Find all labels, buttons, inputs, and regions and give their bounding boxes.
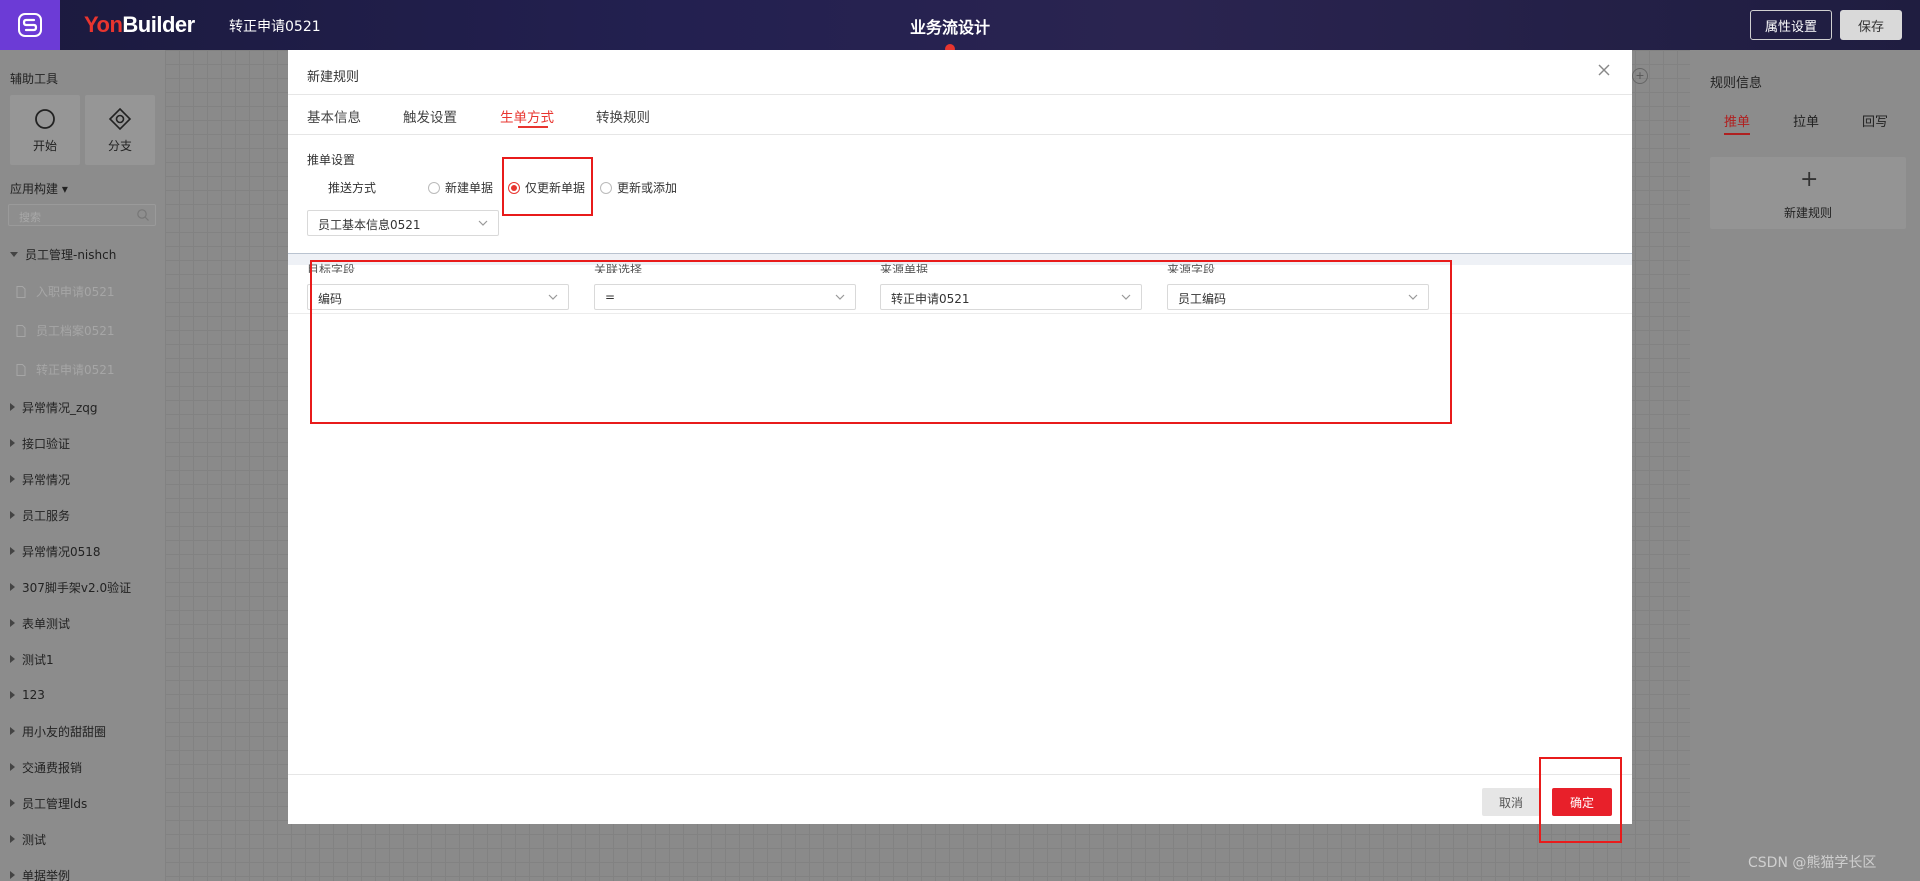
app-tree: 员工管理-nishch 入职申请0521 员工档案0521 转正申请0521 异… <box>0 236 165 881</box>
caret-right-icon <box>10 763 15 771</box>
caret-right-icon <box>10 835 15 843</box>
tree-group[interactable]: 测试 <box>0 821 165 857</box>
radio-new-document[interactable]: 新建单据 <box>428 179 493 196</box>
tab-pull[interactable]: 拉单 <box>1793 111 1819 130</box>
rule-info-title: 规则信息 <box>1710 76 1763 91</box>
tree-group[interactable]: 单据举例 <box>0 857 165 881</box>
tab-generate-method[interactable]: 生单方式 <box>500 106 554 126</box>
rule-info-panel: 规则信息 推单 拉单 回写 + 新建规则 <box>1690 50 1920 881</box>
tree-group[interactable]: 异常情况_zqg <box>0 389 165 425</box>
top-bar: YonBuilder 转正申请0521 业务流设计 属性设置 保存 <box>0 0 1920 54</box>
tree-group[interactable]: 测试1 <box>0 641 165 677</box>
tree-group[interactable]: 307脚手架v2.0验证 <box>0 569 165 605</box>
tree-group[interactable]: 员工管理lds <box>0 785 165 821</box>
cancel-button[interactable]: 取消 <box>1482 788 1540 816</box>
caret-right-icon <box>10 727 15 735</box>
sidebar-search-input[interactable]: 搜索 <box>8 204 156 226</box>
branch-node-tool[interactable]: 分支 <box>85 95 155 165</box>
tree-group[interactable]: 异常情况0518 <box>0 533 165 569</box>
tree-group[interactable]: 异常情况 <box>0 461 165 497</box>
target-document-select[interactable]: 员工基本信息0521 <box>307 210 499 236</box>
tab-conversion-rules[interactable]: 转换规则 <box>596 106 650 126</box>
tab-trigger-settings[interactable]: 触发设置 <box>403 106 457 126</box>
caret-right-icon <box>10 403 15 411</box>
save-button[interactable]: 保存 <box>1840 10 1902 40</box>
tab-basic-info[interactable]: 基本信息 <box>307 106 361 126</box>
active-tab-underline <box>518 126 548 128</box>
add-node-icon[interactable]: + <box>1632 68 1648 84</box>
tree-child-item[interactable]: 员工档案0521 <box>0 311 165 350</box>
caret-down-icon <box>10 251 18 257</box>
tool-label: 分支 <box>107 138 132 153</box>
caret-right-icon <box>10 547 15 555</box>
toolbox-title: 辅助工具 <box>10 72 59 86</box>
tab-writeback[interactable]: 回写 <box>1862 111 1888 130</box>
radio-dot <box>428 181 440 194</box>
tree-child-item[interactable]: 入职申请0521 <box>0 272 165 311</box>
document-icon <box>16 285 26 298</box>
document-icon <box>16 363 26 376</box>
new-rule-dialog: 新建规则 基本信息 触发设置 生单方式 转换规则 推单设置 推送方式 新建单据 … <box>288 50 1632 824</box>
tree-child-item[interactable]: 转正申请0521 <box>0 350 165 389</box>
annotation-box-radio <box>502 157 593 216</box>
radio-update-or-add[interactable]: 更新或添加 <box>600 179 677 196</box>
chevron-down-icon <box>478 220 488 226</box>
tab-push[interactable]: 推单 <box>1724 111 1750 130</box>
tree-group[interactable]: 123 <box>0 677 165 713</box>
push-settings-title: 推单设置 <box>307 153 356 167</box>
caret-right-icon <box>10 583 15 591</box>
annotation-box-confirm <box>1539 757 1622 843</box>
radio-dot <box>600 181 612 194</box>
push-method-label: 推送方式 <box>328 181 377 195</box>
start-node-tool[interactable]: 开始 <box>10 95 80 165</box>
new-rule-card[interactable]: + 新建规则 <box>1710 157 1906 229</box>
annotation-box-mapping <box>310 260 1452 424</box>
left-sidebar: 辅助工具 开始 分支 应用构建 ▾ 搜索 员工管理-nishch 入职申请052… <box>0 50 165 881</box>
divider <box>288 134 1632 135</box>
caret-right-icon <box>10 799 15 807</box>
new-rule-label: 新建规则 <box>1783 206 1832 220</box>
watermark: CSDN @熊猫学长区 <box>1748 855 1877 871</box>
tool-label: 开始 <box>32 138 57 153</box>
close-icon[interactable] <box>1596 62 1612 78</box>
diamond-icon <box>108 107 132 130</box>
caret-right-icon <box>10 619 15 627</box>
caret-right-icon <box>10 871 15 879</box>
tree-group[interactable]: 用小友的甜甜圈 <box>0 713 165 749</box>
tree-group-open[interactable]: 员工管理-nishch <box>0 236 165 272</box>
circle-icon <box>35 108 55 129</box>
caret-right-icon <box>10 655 15 663</box>
caret-right-icon <box>10 439 15 447</box>
tree-group[interactable]: 员工服务 <box>0 497 165 533</box>
caret-right-icon <box>10 475 15 483</box>
tree-group[interactable]: 表单测试 <box>0 605 165 641</box>
dialog-title: 新建规则 <box>307 70 360 85</box>
tree-group[interactable]: 接口验证 <box>0 425 165 461</box>
page-title: 业务流设计 <box>909 18 990 37</box>
app-build-dropdown[interactable]: 应用构建 ▾ <box>10 180 68 197</box>
tree-group[interactable]: 交通费报销 <box>0 749 165 785</box>
document-icon <box>16 324 26 337</box>
search-icon[interactable] <box>136 208 150 222</box>
search-placeholder: 搜索 <box>19 211 41 224</box>
caret-right-icon <box>10 691 15 699</box>
caret-right-icon <box>10 511 15 519</box>
active-tab-underline <box>1724 133 1750 135</box>
property-settings-button[interactable]: 属性设置 <box>1750 10 1832 40</box>
plus-icon: + <box>1800 167 1819 192</box>
divider <box>288 94 1632 95</box>
footer-divider <box>288 774 1632 775</box>
